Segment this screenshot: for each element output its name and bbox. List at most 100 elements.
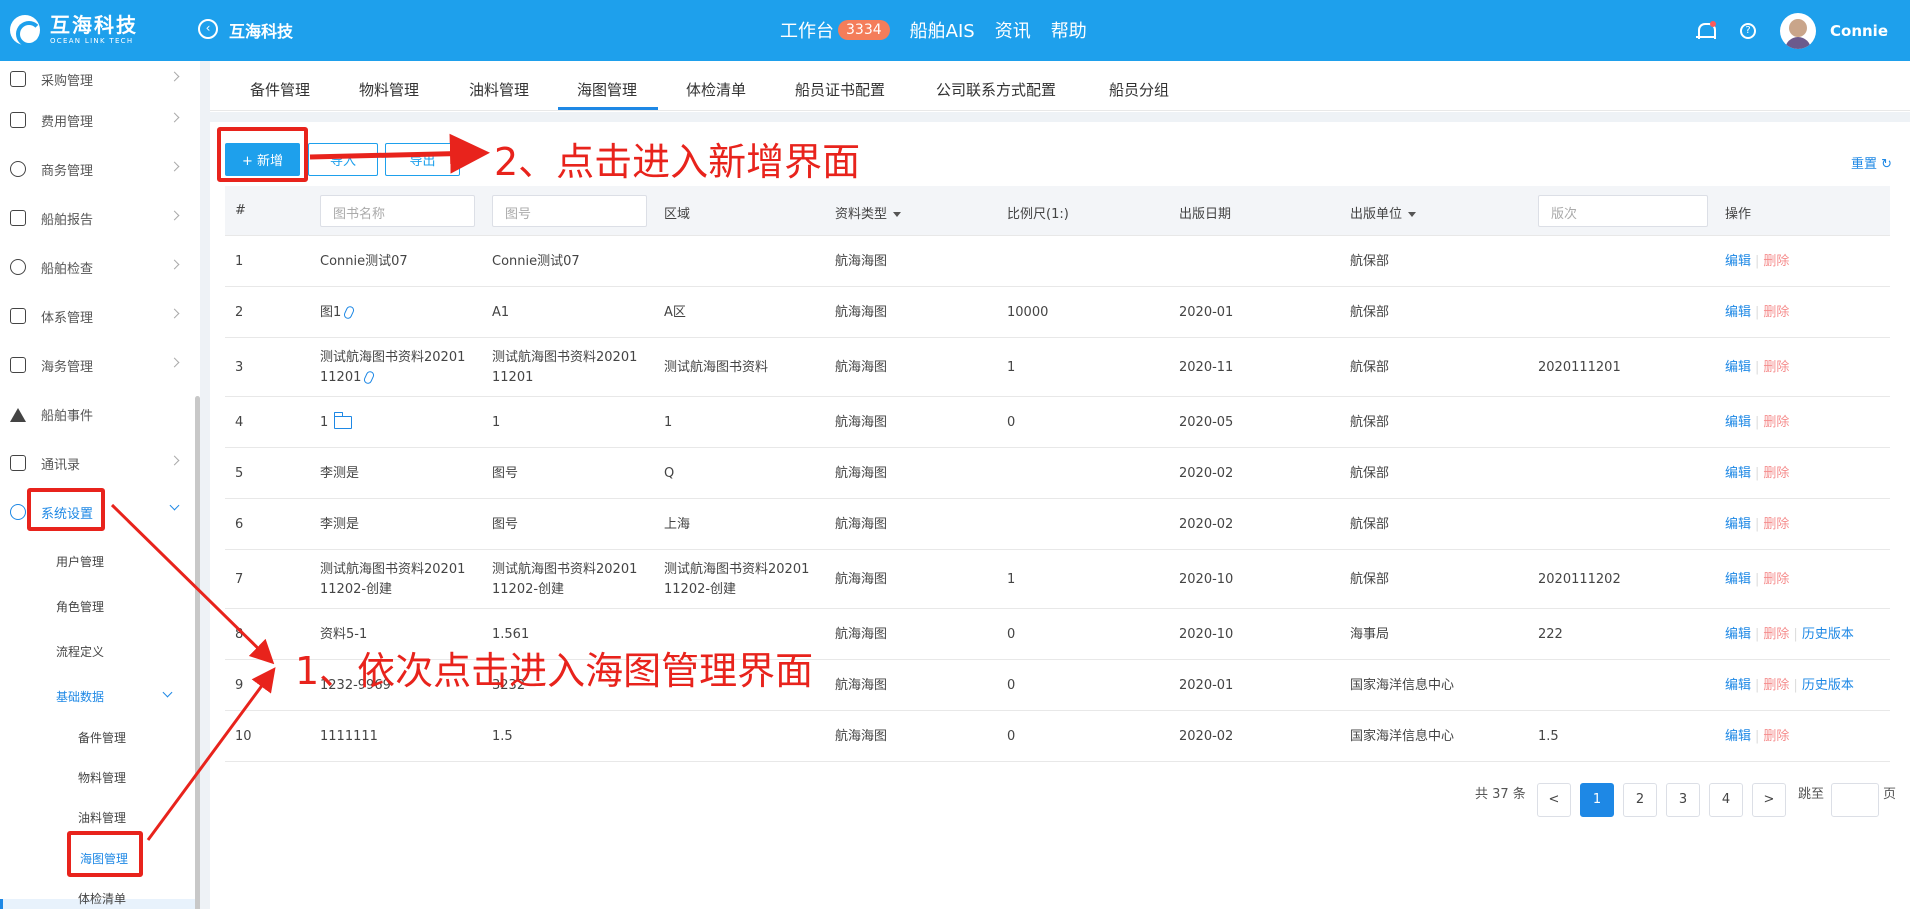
code-filter-input[interactable]: 图号 (492, 195, 647, 227)
cell-text: 3 (235, 359, 244, 375)
delete-link[interactable]: 删除 (1763, 305, 1789, 320)
paperclip-icon[interactable] (342, 304, 356, 320)
tab-checklist[interactable]: 体检清单 (686, 79, 746, 100)
sidebar-sub-users[interactable]: 用户管理 (56, 553, 104, 570)
cell-text: 2020-01 (1179, 304, 1234, 320)
col-type-label: 资料类型 (835, 207, 888, 222)
back-icon[interactable]: ‹ (198, 19, 218, 39)
sidebar-item-system-mgmt[interactable]: 体系管理 (0, 296, 190, 336)
edit-link[interactable]: 编辑 (1725, 729, 1751, 744)
delete-link[interactable]: 删除 (1763, 415, 1789, 430)
cell-text: 2020111201 (1538, 359, 1621, 375)
delete-link[interactable]: 删除 (1763, 678, 1789, 693)
sidebar-item-contacts[interactable]: 通讯录 (0, 443, 190, 483)
edition-filter-input[interactable]: 版次 (1538, 195, 1708, 227)
jump-label: 跳至 (1798, 787, 1825, 802)
nav-workbench[interactable]: 工作台 3334 (780, 17, 890, 43)
page-2-button[interactable]: 2 (1623, 783, 1657, 817)
edit-link[interactable]: 编辑 (1725, 678, 1751, 693)
next-page-button[interactable]: > (1752, 783, 1786, 817)
bell-icon[interactable] (1696, 20, 1716, 41)
sidebar-item-purchase[interactable]: 采购管理 (0, 61, 190, 99)
delete-link[interactable]: 删除 (1763, 572, 1789, 587)
history-link[interactable]: 历史版本 (1802, 627, 1854, 642)
annotation-step1: 1、依次点击进入海图管理界面 (295, 649, 814, 693)
cell-text: 9 (235, 677, 244, 693)
sidebar-subsub-checklist[interactable]: 体检清单 (78, 890, 126, 907)
nav-ship-ais[interactable]: 船舶AIS (910, 17, 975, 43)
col-type[interactable]: 资料类型 (835, 203, 902, 222)
edit-link[interactable]: 编辑 (1725, 415, 1751, 430)
sidebar: 采购管理 费用管理 商务管理 船舶报告 船舶检查 体系管理 海务管理 船舶事件 … (0, 61, 200, 909)
help-icon[interactable]: ? (1740, 22, 1756, 39)
cell-code: 测试航海图书资料20201 11201 (492, 348, 652, 388)
sidebar-subsub-materials[interactable]: 物料管理 (78, 769, 126, 786)
page-4-button[interactable]: 4 (1709, 783, 1743, 817)
sidebar-item-ship-report[interactable]: 船舶报告 (0, 198, 190, 238)
cell-text: 测试航海图书资料20201 11201 (320, 349, 466, 385)
cell-ops: 编辑 | 删除 (1725, 515, 1789, 535)
tab-crew-cert[interactable]: 船员证书配置 (795, 79, 885, 100)
user-name[interactable]: Connie (1830, 22, 1888, 40)
col-publisher[interactable]: 出版单位 (1350, 203, 1417, 222)
sidebar-item-business[interactable]: 商务管理 (0, 149, 190, 189)
nav-news[interactable]: 资讯 (995, 17, 1031, 43)
sidebar-item-ship-inspection[interactable]: 船舶检查 (0, 247, 190, 287)
edit-link[interactable]: 编辑 (1725, 305, 1751, 320)
cell-scale: 0 (1007, 727, 1167, 747)
logo[interactable]: 互海科技 OCEAN LINK TECH (10, 12, 138, 48)
sidebar-item-expense[interactable]: 费用管理 (0, 100, 190, 140)
prev-page-button[interactable]: < (1537, 783, 1571, 817)
edit-link[interactable]: 编辑 (1725, 627, 1751, 642)
edit-link[interactable]: 编辑 (1725, 360, 1751, 375)
cell-text: 8 (235, 626, 244, 642)
import-button[interactable]: 导入 (308, 143, 378, 176)
page-1-button[interactable]: 1 (1580, 783, 1614, 817)
edit-link[interactable]: 编辑 (1725, 572, 1751, 587)
tab-fuel[interactable]: 油料管理 (469, 79, 529, 100)
delete-link[interactable]: 删除 (1763, 466, 1789, 481)
sidebar-subsub-fuel[interactable]: 油料管理 (78, 809, 126, 826)
name-filter-input[interactable]: 图书名称 (320, 195, 475, 227)
sidebar-item-ship-event[interactable]: 船舶事件 (0, 394, 190, 434)
paperclip-icon[interactable] (362, 369, 376, 385)
tab-company-contact[interactable]: 公司联系方式配置 (936, 79, 1056, 100)
tab-materials[interactable]: 物料管理 (359, 79, 419, 100)
edit-link[interactable]: 编辑 (1725, 517, 1751, 532)
page-3-button[interactable]: 3 (1666, 783, 1700, 817)
cell-text: 航保部 (1350, 359, 1390, 375)
cell-text: 航海海图 (835, 571, 888, 587)
delete-link[interactable]: 删除 (1763, 627, 1789, 642)
cell-text: Connie测试07 (320, 253, 408, 269)
sidebar-scrollbar[interactable] (195, 396, 200, 909)
sidebar-sub-workflow[interactable]: 流程定义 (56, 643, 104, 660)
export-button[interactable]: 导出 (385, 143, 460, 176)
cell-text: 测试航海图书资料20201 11202-创建 (492, 561, 638, 597)
folder-icon[interactable] (334, 411, 353, 429)
cell-text: 1 (235, 253, 244, 269)
delete-link[interactable]: 删除 (1763, 517, 1789, 532)
avatar[interactable] (1780, 12, 1816, 49)
delete-link[interactable]: 删除 (1763, 729, 1789, 744)
reset-button[interactable]: 重置 ↻ (1851, 153, 1892, 172)
nav-help[interactable]: 帮助 (1051, 17, 1087, 43)
sidebar-item-maritime[interactable]: 海务管理 (0, 345, 190, 385)
history-link[interactable]: 历史版本 (1802, 678, 1854, 693)
edit-link[interactable]: 编辑 (1725, 466, 1751, 481)
cell-text: 航海海图 (835, 465, 888, 481)
tab-charts[interactable]: 海图管理 (577, 79, 637, 100)
tab-crew-group[interactable]: 船员分组 (1109, 79, 1169, 100)
separator: | (1755, 304, 1760, 320)
annotation-box-charts (67, 831, 143, 877)
tab-spares[interactable]: 备件管理 (250, 79, 310, 100)
top-nav: 工作台 3334 船舶AIS 资讯 帮助 (780, 17, 1107, 43)
delete-link[interactable]: 删除 (1763, 360, 1789, 375)
chevron-right-icon (169, 112, 180, 123)
sidebar-sub-basic-data[interactable]: 基础数据 (56, 688, 104, 705)
cell-text: 李测是 (320, 516, 360, 532)
sidebar-sub-roles[interactable]: 角色管理 (56, 598, 104, 615)
jump-page-input[interactable] (1831, 783, 1879, 817)
sidebar-subsub-spares[interactable]: 备件管理 (78, 729, 126, 746)
delete-link[interactable]: 删除 (1763, 254, 1789, 269)
edit-link[interactable]: 编辑 (1725, 254, 1751, 269)
